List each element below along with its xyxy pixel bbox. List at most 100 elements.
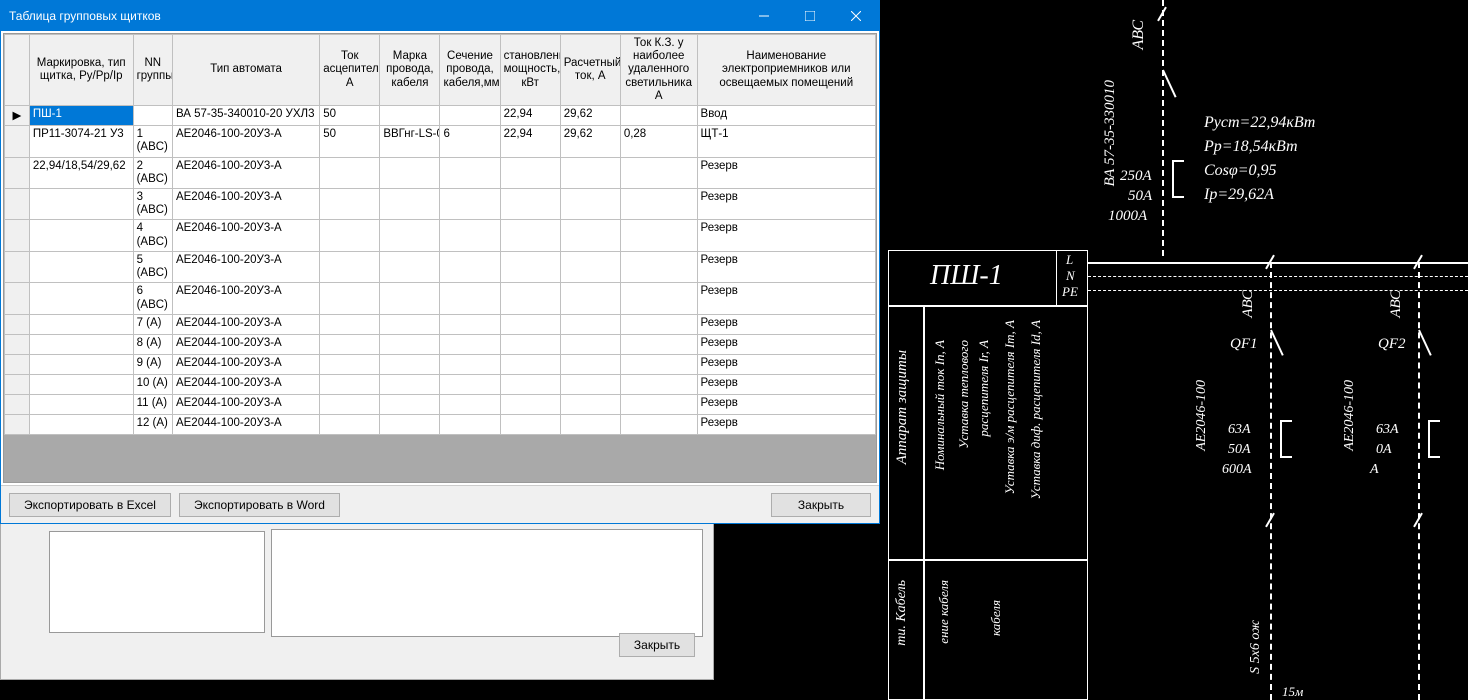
cell[interactable]: Резерв (697, 157, 875, 188)
cell[interactable] (29, 188, 133, 219)
column-header[interactable]: Ток асцепителя А (320, 35, 380, 106)
cell[interactable]: AE2046-100-20У3-А (172, 126, 319, 157)
cell[interactable]: ВВГнг-LS-0, (380, 126, 440, 157)
cell[interactable] (29, 220, 133, 251)
cell[interactable] (380, 414, 440, 434)
cell[interactable] (320, 394, 380, 414)
cell[interactable]: AE2046-100-20У3-А (172, 157, 319, 188)
cell[interactable] (380, 251, 440, 282)
cell[interactable]: AE2044-100-20У3-А (172, 414, 319, 434)
cell[interactable]: Резерв (697, 414, 875, 434)
cell[interactable] (560, 414, 620, 434)
cell[interactable] (440, 414, 500, 434)
table-row[interactable]: 10 (A)AE2044-100-20У3-АРезерв (5, 374, 876, 394)
table-row[interactable]: 8 (A)AE2044-100-20У3-АРезерв (5, 334, 876, 354)
cell[interactable]: AE2044-100-20У3-А (172, 314, 319, 334)
cell[interactable] (500, 220, 560, 251)
cell[interactable]: AE2044-100-20У3-А (172, 354, 319, 374)
cell[interactable] (560, 188, 620, 219)
cell[interactable] (29, 354, 133, 374)
titlebar[interactable]: Таблица групповых щитков (1, 1, 879, 31)
cell[interactable]: Резерв (697, 314, 875, 334)
cell[interactable] (440, 188, 500, 219)
cell[interactable]: AE2046-100-20У3-А (172, 188, 319, 219)
table-row[interactable]: 11 (A)AE2044-100-20У3-АРезерв (5, 394, 876, 414)
cell[interactable]: Резерв (697, 394, 875, 414)
cell[interactable]: 22,94 (500, 126, 560, 157)
cell[interactable]: ЩТ-1 (697, 126, 875, 157)
cell[interactable] (500, 188, 560, 219)
modal-close-button[interactable]: Закрыть (771, 493, 871, 517)
cell[interactable] (380, 354, 440, 374)
cell[interactable]: Резерв (697, 374, 875, 394)
cell[interactable] (500, 374, 560, 394)
cell[interactable]: ВА 57-35-340010-20 УХЛ3 (172, 106, 319, 126)
cell[interactable] (440, 283, 500, 314)
cell[interactable] (560, 394, 620, 414)
cell[interactable] (29, 414, 133, 434)
cell[interactable] (380, 334, 440, 354)
row-header[interactable] (5, 394, 30, 414)
cell[interactable]: AE2044-100-20У3-А (172, 394, 319, 414)
cell[interactable]: 2 (ABC) (133, 157, 172, 188)
cell[interactable] (320, 334, 380, 354)
row-header[interactable] (5, 220, 30, 251)
table-row[interactable]: 6 (ABC)AE2046-100-20У3-АРезерв (5, 283, 876, 314)
cell[interactable] (29, 394, 133, 414)
cell[interactable]: Резерв (697, 334, 875, 354)
maximize-button[interactable] (787, 1, 833, 31)
cell[interactable] (320, 188, 380, 219)
row-header[interactable] (5, 188, 30, 219)
cell[interactable]: 3 (ABC) (133, 188, 172, 219)
cell[interactable]: ПШ-1 (29, 106, 133, 126)
cell[interactable] (620, 354, 697, 374)
row-header[interactable] (5, 251, 30, 282)
window-close-button[interactable] (833, 1, 879, 31)
table-row[interactable]: 9 (A)AE2044-100-20У3-АРезерв (5, 354, 876, 374)
cell[interactable]: 29,62 (560, 106, 620, 126)
cell[interactable] (380, 314, 440, 334)
cell[interactable]: 7 (A) (133, 314, 172, 334)
cell[interactable] (500, 354, 560, 374)
cell[interactable] (320, 251, 380, 282)
outer-close-button[interactable]: Закрыть (619, 633, 695, 657)
cell[interactable]: 50 (320, 126, 380, 157)
cell[interactable] (380, 394, 440, 414)
cell[interactable] (440, 334, 500, 354)
column-header[interactable]: NN группы (133, 35, 172, 106)
export-excel-button[interactable]: Экспортировать в Excel (9, 493, 171, 517)
cell[interactable] (620, 157, 697, 188)
cell[interactable] (440, 394, 500, 414)
cell[interactable]: Резерв (697, 220, 875, 251)
column-header[interactable]: Расчетный ток, А (560, 35, 620, 106)
cell[interactable] (620, 251, 697, 282)
cell[interactable] (133, 106, 172, 126)
cell[interactable] (500, 283, 560, 314)
cell[interactable] (620, 314, 697, 334)
row-header[interactable]: ▶ (5, 106, 30, 126)
cell[interactable]: Резерв (697, 251, 875, 282)
cell[interactable] (500, 251, 560, 282)
cell[interactable]: 50 (320, 106, 380, 126)
cell[interactable] (380, 188, 440, 219)
cell[interactable]: 4 (ABC) (133, 220, 172, 251)
cell[interactable] (320, 354, 380, 374)
cell[interactable] (29, 374, 133, 394)
row-header[interactable] (5, 374, 30, 394)
column-header[interactable]: Сечение провода, кабеля,мм2 (440, 35, 500, 106)
table-row[interactable]: 12 (A)AE2044-100-20У3-АРезерв (5, 414, 876, 434)
cell[interactable] (380, 283, 440, 314)
cell[interactable]: 10 (A) (133, 374, 172, 394)
cell[interactable] (560, 374, 620, 394)
cell[interactable] (500, 334, 560, 354)
cell[interactable] (29, 283, 133, 314)
cell[interactable] (620, 188, 697, 219)
table-row[interactable]: 4 (ABC)AE2046-100-20У3-АРезерв (5, 220, 876, 251)
cell[interactable]: AE2046-100-20У3-А (172, 251, 319, 282)
table-row[interactable]: 5 (ABC)AE2046-100-20У3-АРезерв (5, 251, 876, 282)
cell[interactable]: 6 (440, 126, 500, 157)
table-row[interactable]: ▶ПШ-1ВА 57-35-340010-20 УХЛ35022,9429,62… (5, 106, 876, 126)
cell[interactable] (560, 334, 620, 354)
cell[interactable] (620, 106, 697, 126)
row-header[interactable] (5, 354, 30, 374)
